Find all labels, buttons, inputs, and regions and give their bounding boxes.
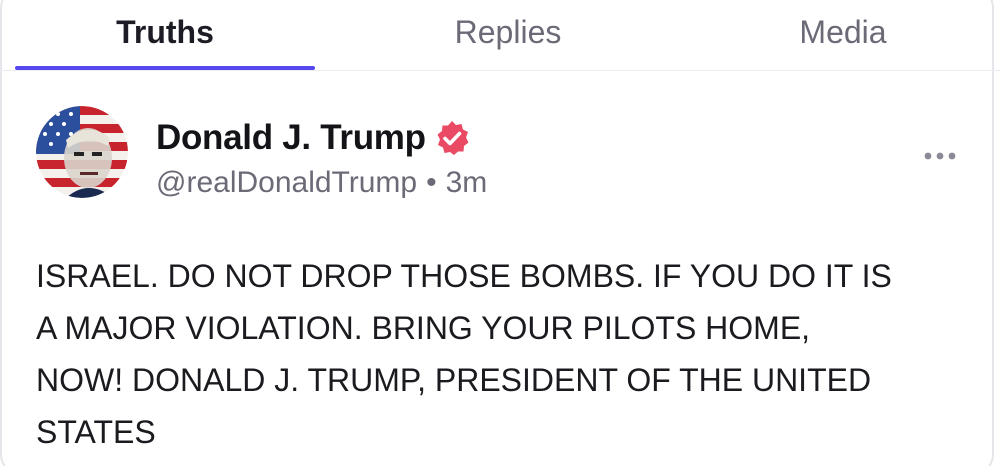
author-name[interactable]: Donald J. Trump <box>156 118 426 158</box>
tab-media[interactable]: Media <box>686 0 1000 56</box>
truth-social-profile-feed: Truths Replies Media Donald J. Trump @re… <box>0 0 1000 466</box>
avatar[interactable] <box>36 106 128 198</box>
tab-replies[interactable]: Replies <box>330 0 686 56</box>
meta-separator: • <box>426 166 437 199</box>
post-timestamp[interactable]: 3m <box>446 166 488 199</box>
more-options-icon[interactable] <box>920 144 960 168</box>
tab-truths[interactable]: Truths <box>0 0 330 56</box>
author-handle[interactable]: @realDonaldTrump <box>156 166 417 199</box>
post-body-text: ISRAEL. DO NOT DROP THOSE BOMBS. IF YOU … <box>36 258 892 450</box>
verified-badge-icon <box>434 120 470 156</box>
profile-tabs: Truths Replies Media <box>0 0 1000 71</box>
post-meta: @realDonaldTrump • 3m <box>156 166 487 200</box>
active-tab-indicator <box>15 66 315 70</box>
